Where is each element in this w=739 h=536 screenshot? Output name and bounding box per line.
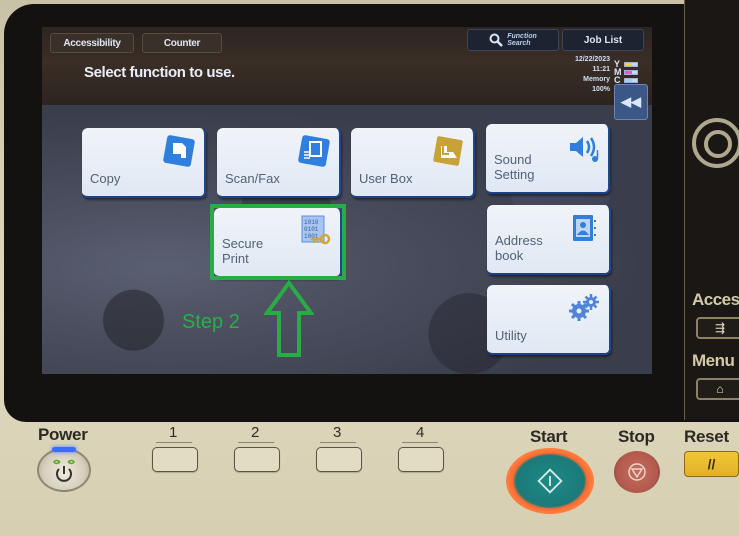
memory-label: Memory — [583, 76, 610, 83]
address-book-button[interactable]: Address book — [487, 205, 611, 275]
job-list-button[interactable]: Job List — [562, 29, 644, 51]
stop-icon — [628, 463, 646, 481]
power-label: Power — [38, 425, 88, 444]
address-label-line1: Address — [495, 233, 543, 248]
utility-label: Utility — [495, 328, 527, 343]
function-search-button[interactable]: Function Search — [467, 29, 559, 51]
divider — [320, 442, 356, 443]
access-button[interactable]: ⇶ — [696, 317, 739, 339]
memory-value: 100% — [592, 86, 610, 93]
status-date: 12/22/2023 — [574, 56, 610, 63]
gear-icon — [569, 294, 599, 321]
address-book-label: Address book — [495, 233, 543, 263]
access-icon: ⇶ — [714, 321, 726, 335]
sound-setting-button[interactable]: Sound Setting — [486, 124, 610, 194]
key-1-button[interactable] — [152, 447, 198, 472]
address-book-icon — [573, 215, 596, 241]
start-label: Start — [530, 427, 568, 446]
key-2-label: 2 — [251, 424, 260, 441]
up-arrow-icon — [264, 280, 314, 357]
menu-button[interactable]: ⌂ — [696, 378, 739, 400]
speaker-icon — [570, 137, 599, 162]
home-icon: ⌂ — [716, 382, 724, 396]
screen-header: Accessibility Counter Function Search Jo… — [42, 27, 652, 105]
menu-label: Menu — [692, 351, 735, 370]
utility-button[interactable]: Utility — [487, 285, 611, 355]
sound-label-line1: Sound — [494, 152, 532, 167]
counter-tab[interactable]: Counter — [142, 33, 222, 53]
toner-c: C — [614, 75, 644, 85]
function-search-line1: Function — [507, 33, 537, 40]
divider — [238, 442, 274, 443]
user-box-icon — [433, 136, 463, 166]
key-4-label: 4 — [416, 424, 425, 441]
reset-label: Reset — [684, 427, 729, 446]
key-4-button[interactable] — [398, 447, 444, 472]
copy-label: Copy — [90, 171, 121, 186]
divider — [156, 442, 192, 443]
start-button[interactable] — [506, 448, 594, 514]
sound-label-line2: Setting — [494, 167, 535, 182]
scan-fax-label: Scan/Fax — [225, 171, 280, 186]
collapse-panel-button[interactable]: ◀◀ — [614, 84, 648, 120]
power-icon — [53, 459, 75, 482]
reset-button[interactable]: // — [684, 451, 739, 477]
sound-setting-label: Sound Setting — [494, 152, 534, 182]
nfc-reader-icon — [692, 118, 739, 168]
step-highlight-box — [210, 204, 346, 280]
user-box-label: User Box — [359, 171, 413, 186]
accessibility-tab[interactable]: Accessibility — [50, 33, 134, 53]
copy-icon — [163, 135, 195, 167]
scan-fax-icon — [298, 135, 330, 167]
user-box-button[interactable]: User Box — [351, 128, 475, 198]
status-time: 11:21 — [592, 66, 610, 73]
key-3-label: 3 — [333, 424, 342, 441]
stop-button[interactable] — [614, 451, 660, 493]
search-icon — [489, 33, 504, 47]
divider — [402, 442, 438, 443]
scan-fax-button[interactable]: Scan/Fax — [217, 128, 341, 198]
double-chevron-left-icon: ◀◀ — [621, 94, 641, 109]
status-readout: 12/22/2023 11:21 Memory 100% — [530, 55, 610, 95]
power-indicator-led — [52, 447, 76, 452]
page-title: Select function to use. — [84, 64, 235, 81]
key-3-button[interactable] — [316, 447, 362, 472]
function-search-label: Function Search — [507, 33, 537, 47]
function-search-line2: Search — [507, 40, 531, 47]
toner-levels: Y M C — [614, 59, 644, 85]
key-1-label: 1 — [169, 424, 178, 441]
stop-label: Stop — [618, 427, 655, 446]
key-2-button[interactable] — [234, 447, 280, 472]
power-button[interactable] — [37, 448, 91, 492]
start-icon — [537, 468, 563, 494]
touch-screen: Accessibility Counter Function Search Jo… — [42, 27, 652, 374]
address-label-line2: book — [495, 248, 524, 263]
step-annotation: Step 2 — [182, 311, 240, 333]
access-label: Access — [692, 290, 739, 309]
reset-icon: // — [707, 456, 716, 472]
copy-button[interactable]: Copy — [82, 128, 206, 198]
